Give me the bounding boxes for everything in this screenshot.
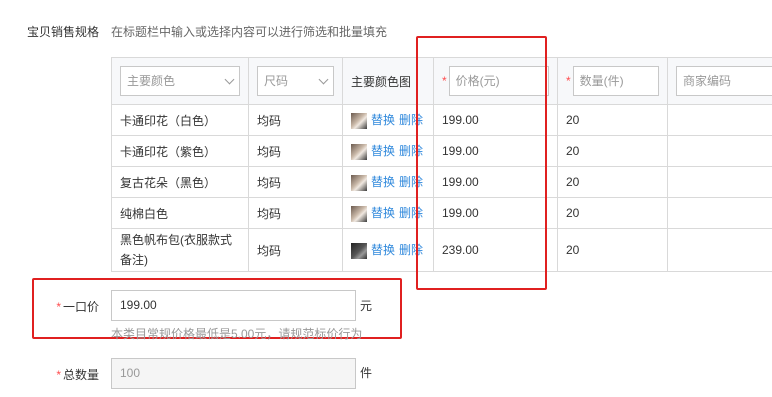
chevron-down-icon: [224, 74, 235, 85]
cell-size: 均码: [248, 228, 343, 272]
cell-size: 均码: [248, 135, 343, 167]
cell-color: 纯棉白色: [111, 197, 249, 229]
cell-color: 卡通印花（白色）: [111, 104, 249, 136]
price-input-value: 199.00: [120, 298, 157, 312]
price-input[interactable]: 199.00: [111, 290, 356, 321]
cell-color: 卡通印花（紫色）: [111, 135, 249, 167]
section-label: 宝贝销售规格: [27, 25, 100, 39]
section-hint: 在标题栏中输入或选择内容可以进行筛选和批量填充: [111, 25, 388, 39]
replace-image-link[interactable]: 替换: [371, 243, 395, 257]
total-quantity-unit: 件: [360, 366, 373, 380]
color-thumbnail[interactable]: [351, 205, 367, 222]
cell-merchant-code[interactable]: [667, 104, 772, 136]
required-asterisk: *: [56, 368, 61, 382]
cell-quantity[interactable]: 20: [557, 197, 668, 229]
price-field-label: * 一口价: [25, 298, 99, 315]
color-filter-select[interactable]: 主要颜色: [120, 66, 240, 96]
cell-quantity[interactable]: 20: [557, 228, 668, 272]
quantity-batch-input[interactable]: 数量(件): [572, 66, 659, 96]
color-thumbnail[interactable]: [351, 242, 367, 259]
chevron-down-icon: [318, 74, 329, 85]
color-image-header-label: 主要颜色图: [351, 74, 412, 89]
cell-quantity[interactable]: 20: [557, 166, 668, 198]
color-filter-placeholder: 主要颜色: [127, 74, 176, 88]
total-quantity-label-text: 总数量: [62, 368, 99, 382]
cell-merchant-code[interactable]: [667, 197, 772, 229]
quantity-batch-placeholder: 数量(件): [579, 74, 624, 88]
cell-merchant-code[interactable]: [667, 166, 772, 198]
total-quantity-input[interactable]: 100: [111, 358, 356, 389]
cell-size: 均码: [248, 166, 343, 198]
cell-color: 黑色帆布包(衣服款式备注): [111, 228, 249, 272]
replace-image-link[interactable]: 替换: [371, 113, 395, 127]
price-column-highlight-box: [416, 36, 547, 290]
required-asterisk: *: [56, 300, 61, 314]
cell-merchant-code[interactable]: [667, 135, 772, 167]
required-asterisk: *: [566, 74, 571, 88]
price-hint: 本类目常规价格最低是5.00元，请规范标价行为: [111, 327, 363, 341]
merchant-code-batch-placeholder: 商家编码: [683, 74, 732, 88]
header-merchant-code: 商家编码: [667, 57, 772, 105]
replace-image-link[interactable]: 替换: [371, 144, 395, 158]
header-color: 主要颜色: [111, 57, 249, 105]
merchant-code-batch-input[interactable]: 商家编码: [676, 66, 772, 96]
cell-size: 均码: [248, 104, 343, 136]
color-thumbnail[interactable]: [351, 143, 367, 160]
price-label-text: 一口价: [62, 300, 99, 314]
total-quantity-label: * 总数量: [25, 366, 99, 383]
cell-merchant-code[interactable]: [667, 228, 772, 272]
cell-size: 均码: [248, 197, 343, 229]
header-size: 尺码: [248, 57, 343, 105]
cell-quantity[interactable]: 20: [557, 104, 668, 136]
size-filter-placeholder: 尺码: [264, 74, 289, 88]
price-unit: 元: [360, 299, 373, 313]
size-filter-select[interactable]: 尺码: [257, 66, 334, 96]
color-thumbnail[interactable]: [351, 112, 367, 129]
header-quantity: * 数量(件): [557, 57, 668, 105]
color-thumbnail[interactable]: [351, 174, 367, 191]
replace-image-link[interactable]: 替换: [371, 175, 395, 189]
cell-color: 复古花朵（黑色）: [111, 166, 249, 198]
total-quantity-value: 100: [120, 366, 141, 380]
replace-image-link[interactable]: 替换: [371, 206, 395, 220]
cell-quantity[interactable]: 20: [557, 135, 668, 167]
